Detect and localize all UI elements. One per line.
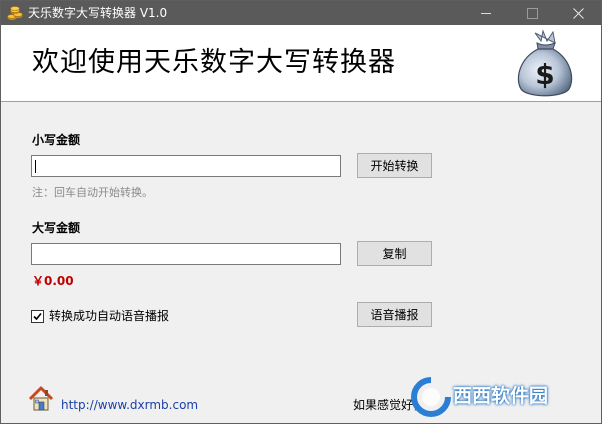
coin-stack-icon — [7, 6, 23, 20]
money-bag-icon: $ — [517, 29, 573, 97]
window-title: 天乐数字大写转换器 V1.0 — [28, 6, 168, 20]
amount-display: ￥0.00 — [32, 274, 74, 288]
close-button[interactable] — [555, 1, 601, 25]
voice-broadcast-button[interactable]: 语音播报 — [357, 302, 432, 327]
maximize-icon — [526, 7, 538, 19]
minimize-button[interactable] — [463, 1, 509, 25]
big-amount-label: 大写金额 — [32, 221, 81, 235]
small-amount-input[interactable] — [31, 155, 341, 177]
start-convert-button[interactable]: 开始转换 — [357, 153, 432, 178]
header-banner: 欢迎使用天乐数字大写转换器 $ — [1, 25, 601, 102]
big-amount-output[interactable] — [31, 243, 341, 265]
minimize-icon — [481, 12, 491, 14]
website-link[interactable]: http://www.dxrmb.com — [61, 397, 198, 413]
enter-hint: 注：回车自动开始转换。 — [32, 186, 153, 199]
close-icon — [572, 7, 584, 19]
svg-text:$: $ — [535, 58, 554, 91]
auto-voice-label[interactable]: 转换成功自动语音播报 — [49, 308, 169, 324]
copy-button[interactable]: 复制 — [357, 241, 432, 266]
watermark-logo: 西西软件园 — [405, 373, 601, 423]
text-caret — [35, 160, 36, 173]
watermark-text: 西西软件园 — [453, 385, 549, 407]
watermark-swirl-icon — [411, 377, 451, 417]
title-bar[interactable]: 天乐数字大写转换器 V1.0 — [1, 1, 601, 25]
header-title: 欢迎使用天乐数字大写转换器 — [32, 47, 396, 78]
home-icon[interactable] — [27, 385, 55, 413]
small-amount-label: 小写金额 — [32, 133, 81, 147]
app-window: 天乐数字大写转换器 V1.0 欢迎使用天乐数字大写转换器 $ 小写金额 开始转换… — [0, 0, 602, 424]
auto-voice-checkbox[interactable] — [31, 310, 44, 323]
checkmark-icon — [33, 312, 42, 321]
maximize-button[interactable] — [509, 1, 555, 25]
